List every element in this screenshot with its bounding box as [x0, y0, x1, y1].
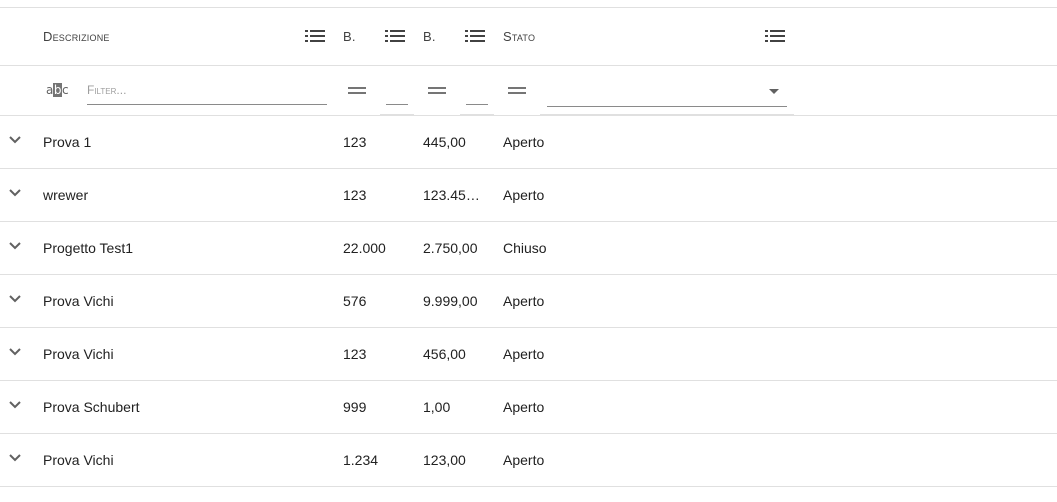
descrizione-filter-input[interactable]	[87, 76, 327, 105]
cell-b2: 123,00	[423, 452, 466, 468]
column-header-b2[interactable]: B.	[423, 8, 436, 65]
caret-down-icon	[769, 89, 779, 94]
cell-stato: Chiuso	[503, 240, 547, 256]
cell-descrizione: Prova Vichi	[43, 452, 114, 468]
row-expand-chevron-down-icon[interactable]	[9, 454, 21, 462]
table-row[interactable]: Prova Vichi 1.234 123,00 Aperto	[0, 434, 1057, 487]
table-row[interactable]: Prova Vichi 576 9.999,00 Aperto	[0, 275, 1057, 328]
cell-b2: 2.750,00	[423, 240, 478, 256]
grid-body: Prova 1 123 445,00 Aperto wrewer 123 123…	[0, 116, 1057, 487]
cell-stato: Aperto	[503, 452, 545, 468]
row-expand-chevron-down-icon[interactable]	[9, 401, 21, 409]
cell-descrizione: Prova Vichi	[43, 346, 114, 362]
cell-b2: 1,00	[423, 399, 451, 415]
cell-b2: 456,00	[423, 346, 466, 362]
b1-filter-input[interactable]	[386, 78, 408, 105]
column-header-label: Stato	[503, 29, 536, 44]
row-expand-chevron-down-icon[interactable]	[9, 242, 21, 250]
table-row[interactable]: wrewer 123 123.45… Aperto	[0, 169, 1057, 222]
column-menu-stato-list-icon[interactable]	[765, 28, 785, 44]
column-header-label: B.	[343, 29, 356, 44]
cell-stato: Aperto	[503, 187, 545, 203]
cell-b1: 123	[343, 346, 367, 362]
row-expand-chevron-down-icon[interactable]	[9, 295, 21, 303]
cell-descrizione: Prova Schubert	[43, 399, 140, 415]
column-header-label: Descrizione	[43, 29, 110, 44]
column-menu-descrizione-list-icon[interactable]	[305, 28, 325, 44]
cell-stato: Aperto	[503, 399, 545, 415]
b2-filter-underline	[460, 114, 494, 115]
b2-filter-operator-equals-icon[interactable]	[428, 86, 446, 94]
cell-b2: 9.999,00	[423, 293, 478, 309]
cell-b1: 22.000	[343, 240, 386, 256]
cell-stato: Aperto	[503, 346, 545, 362]
stato-filter-select[interactable]	[547, 78, 787, 107]
cell-descrizione: Prova Vichi	[43, 293, 114, 309]
b2-filter-input[interactable]	[466, 78, 488, 105]
stato-filter-underline	[540, 114, 794, 115]
cell-descrizione: wrewer	[43, 187, 89, 203]
b1-filter-operator-equals-icon[interactable]	[348, 86, 366, 94]
text-filter-type-abc-icon[interactable]: abc	[46, 83, 69, 99]
cell-b1: 123	[343, 187, 367, 203]
column-menu-b1-list-icon[interactable]	[385, 28, 405, 44]
stato-filter-operator-equals-icon[interactable]	[508, 86, 526, 94]
column-header-label: B.	[423, 29, 436, 44]
cell-b1: 1.234	[343, 452, 379, 468]
cell-b2: 445,00	[423, 134, 466, 150]
column-menu-b2-list-icon[interactable]	[465, 28, 485, 44]
table-row[interactable]: Prova Vichi 123 456,00 Aperto	[0, 328, 1057, 381]
cell-b1: 123	[343, 134, 367, 150]
cell-descrizione: Progetto Test1	[43, 240, 134, 256]
table-row[interactable]: Progetto Test1 22.000 2.750,00 Chiuso	[0, 222, 1057, 275]
grid-filter-row: abc	[0, 66, 1057, 116]
column-header-descrizione[interactable]: Descrizione	[43, 8, 110, 65]
cell-b2: 123.45…	[423, 187, 480, 203]
row-expand-chevron-down-icon[interactable]	[9, 189, 21, 197]
column-header-b1[interactable]: B.	[343, 8, 356, 65]
cell-descrizione: Prova 1	[43, 134, 92, 150]
table-row[interactable]: Prova 1 123 445,00 Aperto	[0, 116, 1057, 169]
cell-stato: Aperto	[503, 134, 545, 150]
table-row[interactable]: Prova Schubert 999 1,00 Aperto	[0, 381, 1057, 434]
cell-b1: 999	[343, 399, 367, 415]
cell-b1: 576	[343, 293, 367, 309]
row-expand-chevron-down-icon[interactable]	[9, 348, 21, 356]
column-header-stato[interactable]: Stato	[503, 8, 535, 65]
row-expand-chevron-down-icon[interactable]	[9, 136, 21, 144]
cell-stato: Aperto	[503, 293, 545, 309]
b1-filter-underline	[380, 114, 414, 115]
grid-header-row: Descrizione B. B. Stato	[0, 8, 1057, 66]
